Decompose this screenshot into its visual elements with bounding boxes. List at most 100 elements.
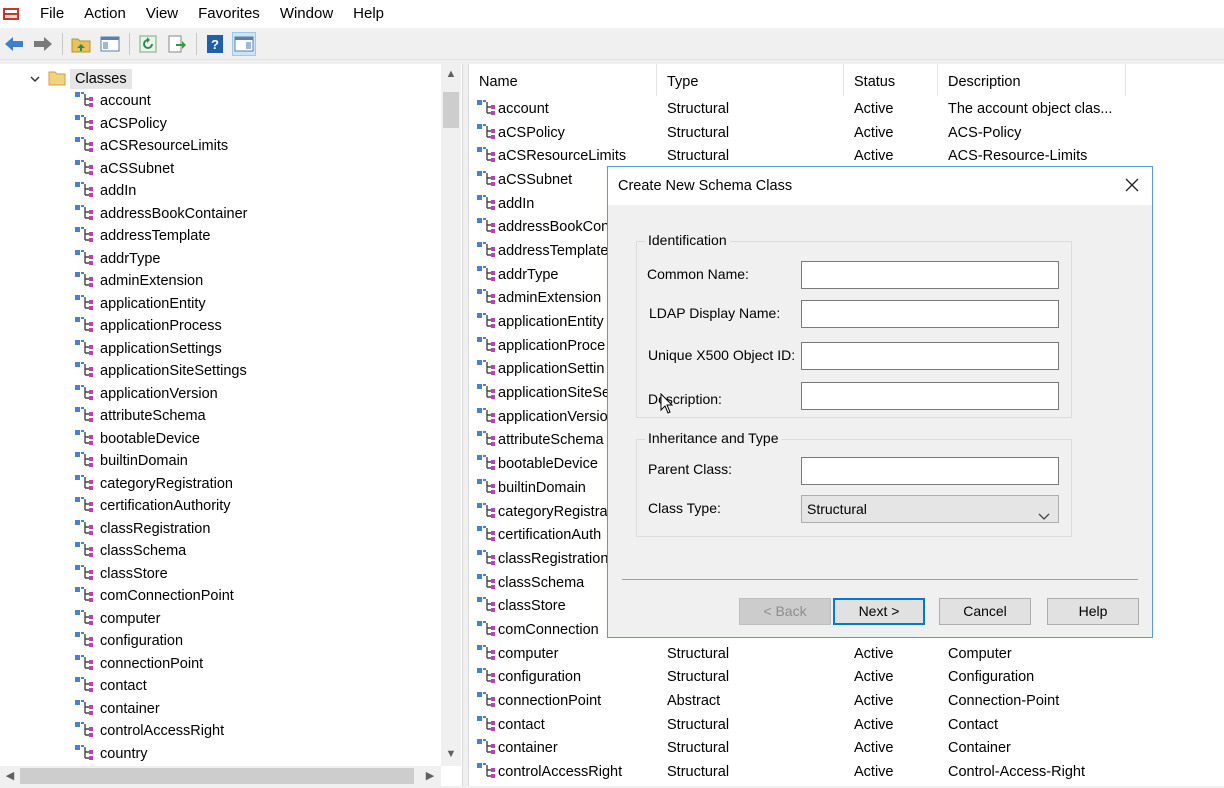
table-row[interactable]: connectionPoint Abstract Active Connection-… (469, 689, 1138, 713)
column-header-description[interactable]: Description (938, 64, 1126, 96)
help-button[interactable]: Help (1047, 598, 1139, 625)
tree-item[interactable]: bootableDevice (74, 428, 248, 451)
tree-item[interactable]: aCSSubnet (74, 158, 248, 181)
x500-oid-field[interactable] (801, 342, 1059, 370)
description-field[interactable] (801, 382, 1059, 410)
menu-view[interactable]: View (136, 0, 188, 28)
table-row[interactable]: account Structural Active The account objec… (469, 97, 1138, 121)
tree-item[interactable]: applicationProcess (74, 315, 248, 338)
table-row[interactable]: contact Structural Active Contact (469, 713, 1138, 737)
cell-name-text: addressBookCon (498, 219, 610, 236)
show-hide-action-pane-icon[interactable] (232, 31, 256, 56)
table-row[interactable]: aCSResourceLimits Structural Active ACS-Res… (469, 144, 1138, 168)
menu-window[interactable]: Window (270, 0, 343, 28)
tree-vertical-scrollbar[interactable]: ▲ ▼ (441, 64, 461, 766)
toolbar: ? (0, 28, 1224, 60)
help-icon[interactable]: ? (203, 32, 227, 56)
class-icon (74, 609, 94, 629)
class-icon (476, 644, 496, 664)
menu-favorites[interactable]: Favorites (188, 0, 270, 28)
tree-item-label: account (100, 93, 151, 110)
scrollbar-thumb[interactable] (443, 92, 459, 128)
class-icon (74, 249, 94, 269)
tree-item[interactable]: applicationSiteSettings (74, 360, 248, 383)
table-row[interactable]: container Structural Active Container (469, 737, 1138, 761)
column-header-type[interactable]: Type (657, 64, 844, 96)
show-hide-tree-icon[interactable] (98, 32, 122, 56)
refresh-icon[interactable] (136, 32, 160, 56)
table-row[interactable]: computer Structural Active Computer (469, 642, 1138, 666)
tree-item[interactable]: connectionPoint (74, 653, 248, 676)
tree-item[interactable]: configuration (74, 630, 248, 653)
tree-item[interactable]: addressBookContainer (74, 203, 248, 226)
class-icon (476, 288, 496, 308)
class-icon (74, 429, 94, 449)
column-header-name[interactable]: Name (469, 64, 657, 96)
tree-item[interactable]: builtinDomain (74, 450, 248, 473)
tree-item[interactable]: classRegistration (74, 518, 248, 541)
tree-item[interactable]: adminExtension (74, 270, 248, 293)
tree-item[interactable]: addressTemplate (74, 225, 248, 248)
scrollbar-thumb[interactable] (20, 768, 414, 784)
tree-item[interactable]: classStore (74, 563, 248, 586)
back-arrow-icon[interactable] (2, 32, 26, 56)
menu-action[interactable]: Action (74, 0, 136, 28)
schema-snapin-icon[interactable] (2, 5, 20, 23)
cancel-button[interactable]: Cancel (939, 598, 1031, 625)
cell-description: Container (948, 740, 1011, 757)
tree-item[interactable]: comConnectionPoint (74, 585, 248, 608)
table-row[interactable]: aCSPolicy Structural Active ACS-Policy (469, 121, 1138, 145)
next-button[interactable]: Next > (833, 598, 925, 625)
scroll-right-icon[interactable]: ▶ (420, 769, 440, 782)
menu-file[interactable]: File (30, 0, 74, 28)
dialog-title: Create New Schema Class (618, 178, 793, 194)
tree-item[interactable]: attributeSchema (74, 405, 248, 428)
tree-item[interactable]: addrType (74, 248, 248, 271)
menu-help[interactable]: Help (343, 0, 394, 28)
tree-item[interactable]: contact (74, 675, 248, 698)
table-row[interactable]: configuration Structural Active Configurati… (469, 666, 1138, 690)
export-list-icon[interactable] (165, 32, 189, 56)
tree-item-label: adminExtension (100, 273, 204, 290)
class-icon (74, 406, 94, 426)
ldap-display-name-field[interactable] (801, 300, 1059, 328)
class-icon (476, 265, 496, 285)
tree-item[interactable]: applicationEntity (74, 293, 248, 316)
class-icon (476, 478, 496, 498)
dialog-title-bar[interactable]: Create New Schema Class (608, 167, 1152, 205)
class-icon (74, 541, 94, 561)
forward-arrow-icon[interactable] (31, 32, 55, 56)
class-icon (476, 194, 496, 214)
tree-item[interactable]: certificationAuthority (74, 495, 248, 518)
back-button[interactable]: < Back (739, 598, 831, 625)
tree-item[interactable]: account (74, 90, 248, 113)
scroll-up-icon[interactable]: ▲ (441, 68, 461, 80)
scroll-down-icon[interactable]: ▼ (441, 748, 461, 760)
cell-name-text: applicationSiteSe (498, 385, 611, 402)
class-type-select[interactable]: Structural (801, 495, 1059, 523)
common-name-field[interactable] (801, 261, 1059, 289)
tree-item[interactable]: container (74, 698, 248, 721)
tree-item[interactable]: categoryRegistration (74, 473, 248, 496)
tree-item[interactable]: computer (74, 608, 248, 631)
tree-item[interactable]: applicationSettings (74, 338, 248, 361)
tree-item[interactable]: aCSPolicy (74, 113, 248, 136)
tree-item[interactable]: applicationVersion (74, 383, 248, 406)
scroll-left-icon[interactable]: ◀ (0, 769, 20, 782)
cell-name: aCSPolicy (469, 123, 657, 143)
tree-item[interactable]: classSchema (74, 540, 248, 563)
chevron-down-icon[interactable] (28, 72, 42, 86)
table-row[interactable]: controlAccessRight Structural Active Contro… (469, 760, 1138, 784)
tree-item[interactable]: aCSResourceLimits (74, 135, 248, 158)
tree-item[interactable]: controlAccessRight (74, 720, 248, 743)
close-icon[interactable] (1124, 177, 1140, 193)
parent-class-field[interactable] (801, 457, 1059, 485)
tree-horizontal-scrollbar[interactable]: ◀ ▶ (0, 766, 441, 786)
up-folder-icon[interactable] (69, 32, 93, 56)
tree-root-classes[interactable]: Classes (28, 68, 132, 90)
tree-item[interactable]: country (74, 743, 248, 766)
class-icon (476, 359, 496, 379)
column-header-status[interactable]: Status (844, 64, 938, 96)
folder-icon (48, 70, 66, 89)
tree-item[interactable]: addIn (74, 180, 248, 203)
